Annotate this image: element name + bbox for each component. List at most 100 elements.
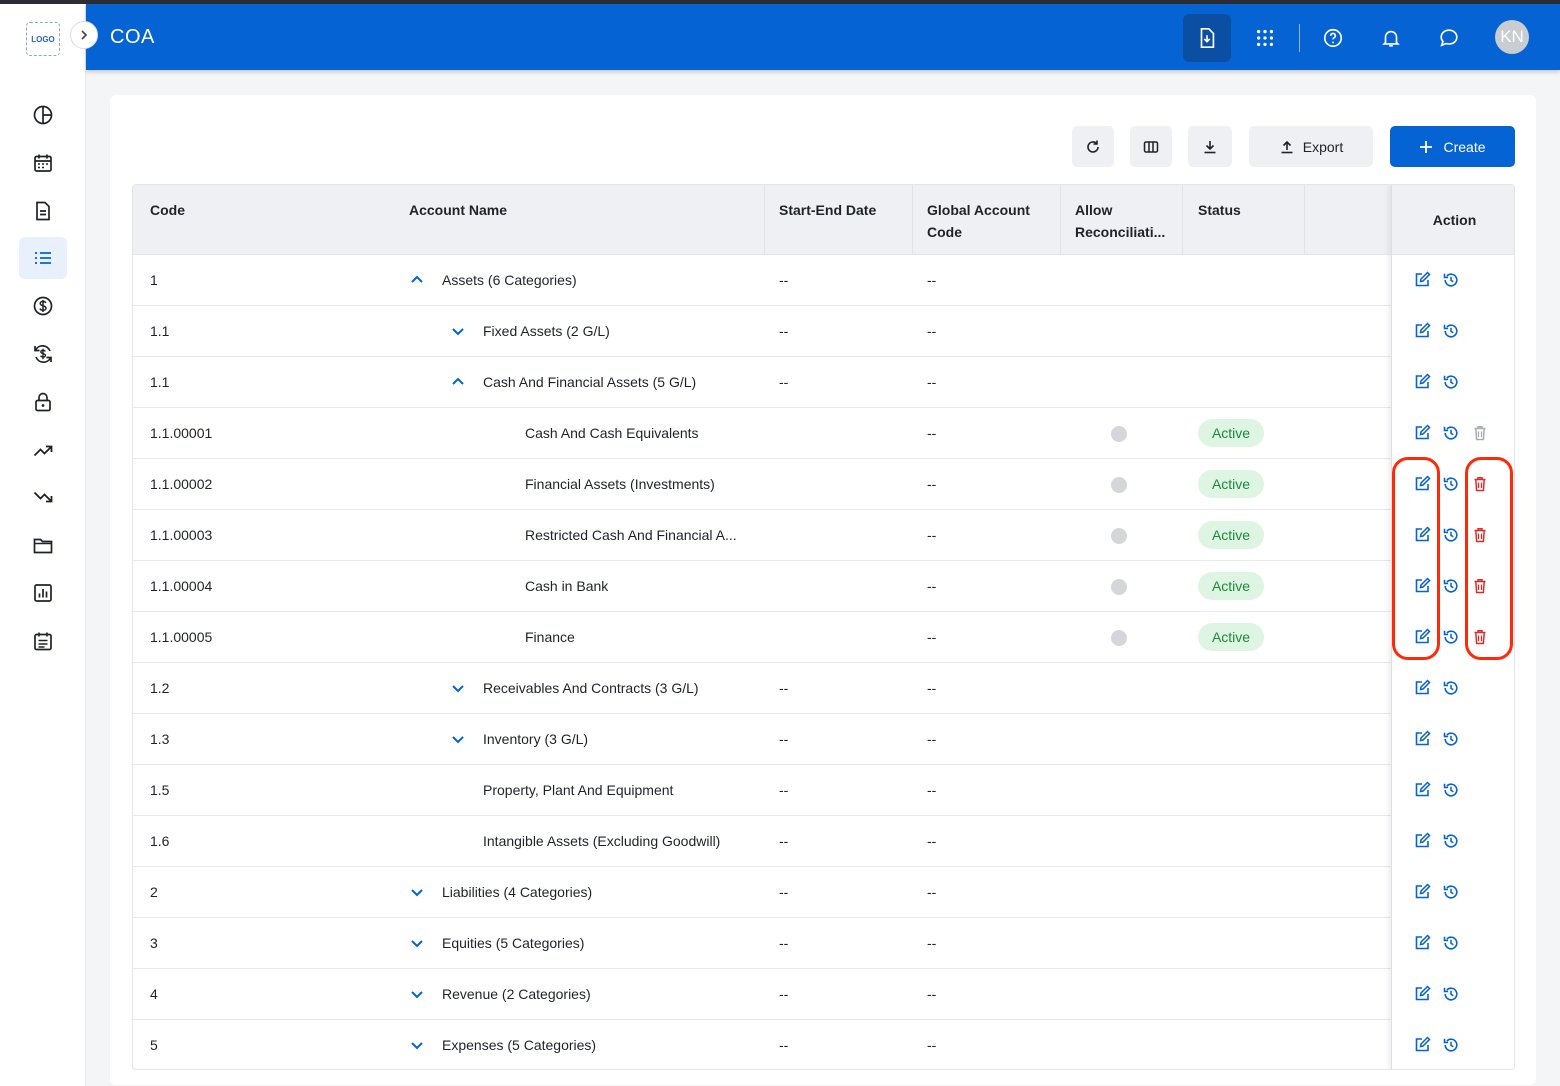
table-row[interactable]: 1.3 Inventory (3 G/L) -- --	[133, 714, 1514, 765]
table-row[interactable]: 1.1.00003 Restricted Cash And Financial A…	[133, 510, 1514, 561]
history-icon[interactable]	[1442, 934, 1460, 952]
edit-icon[interactable]	[1413, 985, 1431, 1003]
table-row[interactable]: 1.1.00002 Financial Assets (Investments) -…	[133, 459, 1514, 510]
sidebar-item-document[interactable]	[19, 190, 67, 232]
notifications-button[interactable]	[1367, 14, 1415, 62]
create-button[interactable]: Create	[1390, 126, 1515, 167]
sidebar-item-trending-down[interactable]	[19, 476, 67, 518]
history-icon[interactable]	[1442, 475, 1460, 493]
table-row[interactable]: 5 Expenses (5 Categories) -- --	[133, 1020, 1514, 1069]
export-button[interactable]: Export	[1249, 126, 1373, 167]
refresh-button[interactable]	[1072, 126, 1114, 167]
sidebar-item-lock[interactable]	[19, 381, 67, 423]
chevron-down-icon[interactable]	[450, 323, 466, 339]
history-icon[interactable]	[1442, 577, 1460, 595]
table-row[interactable]: 1.1.00005 Finance -- Active	[133, 612, 1514, 663]
edit-icon[interactable]	[1413, 373, 1431, 391]
column-header-code[interactable]: Code	[150, 199, 185, 221]
history-icon[interactable]	[1442, 373, 1460, 391]
document-icon	[36, 201, 50, 221]
chat-button[interactable]	[1425, 14, 1473, 62]
edit-icon[interactable]	[1413, 424, 1431, 442]
apps-button[interactable]	[1241, 14, 1289, 62]
dollar-icon	[33, 296, 53, 316]
column-header-start-end-date[interactable]: Start-End Date	[779, 199, 876, 221]
history-icon[interactable]	[1442, 271, 1460, 289]
sidebar-item-trending-up[interactable]	[19, 429, 67, 471]
chevron-down-icon[interactable]	[450, 680, 466, 696]
column-header-allow-reconciliation[interactable]: Allow Reconciliati...	[1075, 199, 1165, 243]
cell-code: 4	[150, 986, 158, 1002]
sidebar-expand-button[interactable]	[70, 21, 98, 49]
history-icon[interactable]	[1442, 322, 1460, 340]
table-row[interactable]: 1.1 Fixed Assets (2 G/L) -- --	[133, 306, 1514, 357]
sidebar-item-folder[interactable]	[19, 524, 67, 566]
app-logo[interactable]: LOGO	[26, 22, 60, 56]
table-row[interactable]: 1.1.00004 Cash in Bank -- Active	[133, 561, 1514, 612]
edit-icon[interactable]	[1413, 781, 1431, 799]
cell-global-account-code: --	[927, 425, 937, 441]
table-row[interactable]: 1.1.00001 Cash And Cash Equivalents -- Acti…	[133, 408, 1514, 459]
column-header-account-name[interactable]: Account Name	[409, 199, 507, 221]
cell-account-name: Fixed Assets (2 G/L)	[483, 323, 610, 339]
table-row[interactable]: 1 Assets (6 Categories) -- --	[133, 255, 1514, 306]
chevron-up-icon[interactable]	[450, 374, 466, 390]
history-icon[interactable]	[1442, 679, 1460, 697]
sidebar-item-calendar[interactable]	[19, 142, 67, 184]
chevron-down-icon[interactable]	[450, 731, 466, 747]
help-button[interactable]	[1309, 14, 1357, 62]
sidebar-item-notes[interactable]	[19, 620, 67, 662]
edit-icon[interactable]	[1413, 832, 1431, 850]
history-icon[interactable]	[1442, 526, 1460, 544]
history-icon[interactable]	[1442, 730, 1460, 748]
table-row[interactable]: 1.1 Cash And Financial Assets (5 G/L) -- --	[133, 357, 1514, 408]
chevron-down-icon[interactable]	[409, 986, 425, 1002]
table-row[interactable]: 1.6 Intangible Assets (Excluding Goodwill…	[133, 816, 1514, 867]
edit-icon[interactable]	[1413, 883, 1431, 901]
user-avatar[interactable]: KN	[1495, 20, 1529, 54]
cell-global-account-code: --	[927, 527, 937, 543]
cell-start-end-date: --	[779, 1037, 789, 1053]
edit-icon[interactable]	[1413, 934, 1431, 952]
file-download-button[interactable]	[1183, 14, 1231, 62]
cell-global-account-code: --	[927, 782, 937, 798]
chevron-up-icon[interactable]	[409, 272, 425, 288]
table-row[interactable]: 3 Equities (5 Categories) -- --	[133, 918, 1514, 969]
delete-icon[interactable]	[1471, 424, 1489, 442]
table-row[interactable]: 4 Revenue (2 Categories) -- --	[133, 969, 1514, 1020]
history-icon[interactable]	[1442, 883, 1460, 901]
cell-code: 1.1.00002	[150, 476, 213, 492]
edit-icon[interactable]	[1413, 322, 1431, 340]
edit-icon[interactable]	[1413, 271, 1431, 289]
sidebar-item-dollar[interactable]	[19, 285, 67, 327]
history-icon[interactable]	[1442, 628, 1460, 646]
chevron-down-icon[interactable]	[409, 935, 425, 951]
delete-icons-highlight	[1465, 457, 1513, 660]
refresh-icon	[1087, 140, 1099, 153]
sidebar-item-list[interactable]	[19, 237, 67, 279]
history-icon[interactable]	[1442, 985, 1460, 1003]
sidebar-item-report[interactable]	[19, 572, 67, 614]
edit-icon[interactable]	[1413, 679, 1431, 697]
edit-icon[interactable]	[1413, 1036, 1431, 1054]
cell-code: 1.5	[150, 782, 170, 798]
chat-icon	[1440, 29, 1458, 47]
download-button[interactable]	[1188, 126, 1232, 167]
cell-code: 1.2	[150, 680, 170, 696]
column-header-status[interactable]: Status	[1198, 199, 1241, 221]
column-header-global-account-code[interactable]: Global Account Code	[927, 199, 1030, 243]
chevron-down-icon[interactable]	[409, 884, 425, 900]
column-separator	[1060, 185, 1061, 255]
history-icon[interactable]	[1442, 832, 1460, 850]
chevron-down-icon[interactable]	[409, 1037, 425, 1053]
table-row[interactable]: 1.5 Property, Plant And Equipment -- --	[133, 765, 1514, 816]
history-icon[interactable]	[1442, 781, 1460, 799]
history-icon[interactable]	[1442, 1036, 1460, 1054]
table-row[interactable]: 2 Liabilities (4 Categories) -- --	[133, 867, 1514, 918]
history-icon[interactable]	[1442, 424, 1460, 442]
edit-icon[interactable]	[1413, 730, 1431, 748]
columns-button[interactable]	[1130, 126, 1172, 167]
sidebar-item-dashboard[interactable]	[19, 94, 67, 136]
table-row[interactable]: 1.2 Receivables And Contracts (3 G/L) -- --	[133, 663, 1514, 714]
sidebar-item-currency-exchange[interactable]	[19, 333, 67, 375]
